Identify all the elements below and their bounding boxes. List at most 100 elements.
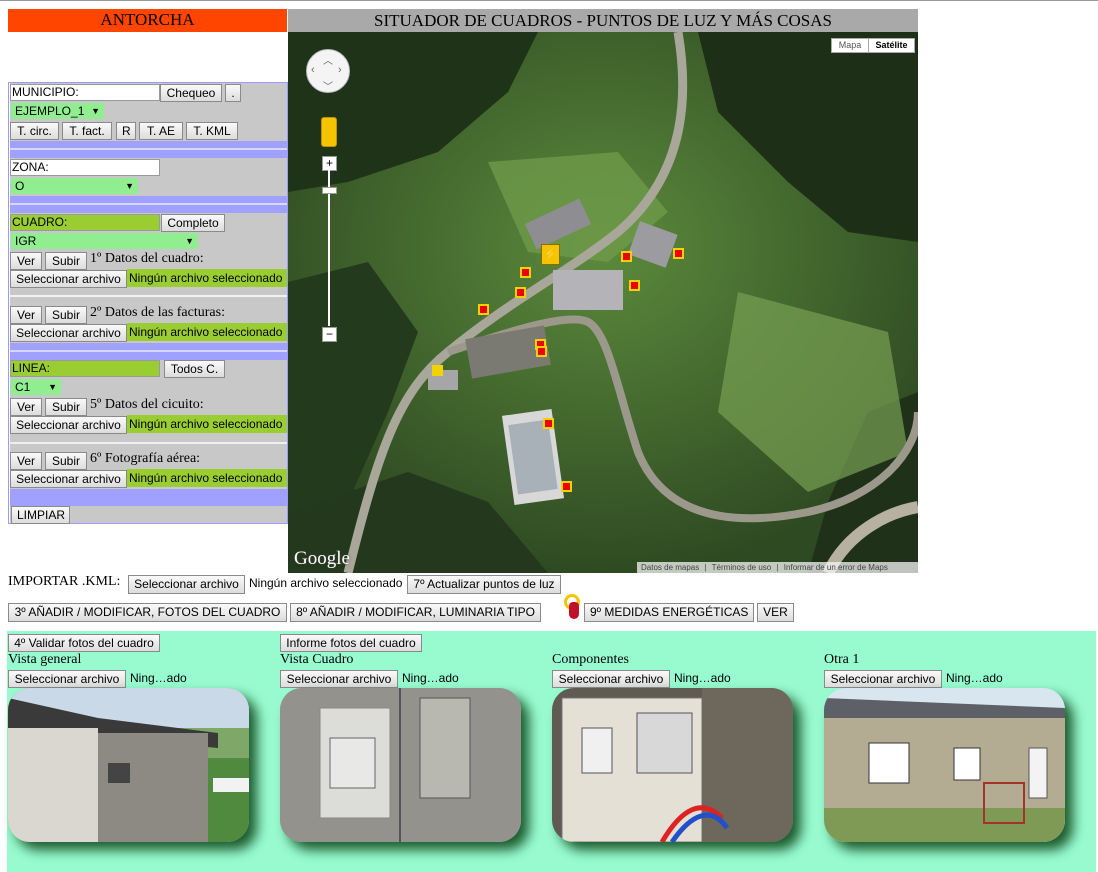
pointer-hand-icon — [564, 594, 582, 620]
photo-title: Componentes — [552, 652, 629, 667]
light-point-marker[interactable] — [515, 287, 526, 298]
file-select-button[interactable]: Seleccionar archivo — [10, 470, 127, 488]
arrow-down-icon[interactable]: ﹀ — [323, 78, 333, 93]
photo-image — [280, 688, 521, 842]
zoom-handle[interactable] — [322, 187, 337, 194]
file-select-button[interactable]: Seleccionar archivo — [10, 270, 127, 288]
map-type-mapa[interactable]: Mapa — [831, 38, 869, 53]
photo-file-select-button[interactable]: Seleccionar archivo — [824, 670, 942, 688]
warning-marker-icon[interactable]: ⚡ — [541, 244, 560, 265]
municipio-field[interactable]: MUNICIPIO: — [10, 84, 160, 101]
light-point-marker[interactable] — [536, 346, 547, 357]
photo-componentes[interactable] — [552, 688, 793, 842]
pan-control[interactable]: ︿ ﹀ ‹ › — [306, 49, 350, 93]
t-fact-button[interactable]: T. fact. — [62, 122, 112, 140]
photo-file-select-button[interactable]: Seleccionar archivo — [8, 670, 126, 688]
photo-image — [552, 688, 793, 842]
light-point-marker[interactable] — [432, 365, 443, 376]
r-button[interactable]: R — [116, 122, 136, 140]
subir-button[interactable]: Subir — [45, 252, 87, 270]
zona-select-value: O — [15, 179, 25, 193]
t-circ-button[interactable]: T. circ. — [10, 122, 59, 140]
import-file-select-button[interactable]: Seleccionar archivo — [128, 575, 245, 594]
completo-button[interactable]: Completo — [161, 214, 225, 232]
light-point-marker[interactable] — [561, 481, 572, 492]
light-point-marker[interactable] — [478, 304, 489, 315]
cuadro-field[interactable]: CUADRO: — [10, 214, 160, 231]
ver-button[interactable]: Ver — [10, 306, 42, 324]
map-imagery — [288, 32, 918, 573]
informe-fotos-button[interactable]: Informe fotos del cuadro — [280, 634, 422, 652]
divider-light — [10, 148, 287, 150]
chevron-down-icon: ▼ — [185, 236, 194, 246]
divider — [10, 489, 287, 506]
zoom-out-button[interactable]: − — [322, 327, 337, 342]
datos-cuadro-label: 1º Datos del cuadro: — [90, 251, 204, 266]
import-no-file-status: Ningún archivo seleccionado — [249, 576, 403, 590]
ver-medidas-button[interactable]: VER — [757, 603, 794, 622]
photo-image — [824, 688, 1065, 842]
photo-image — [8, 688, 249, 842]
zona-field[interactable]: ZONA: — [10, 159, 160, 176]
t-ae-button[interactable]: T. AE — [139, 122, 183, 140]
linea-select[interactable]: C1 ▼ — [11, 379, 61, 395]
arrow-left-icon[interactable]: ‹ — [311, 64, 315, 76]
zona-select[interactable]: O ▼ — [11, 178, 138, 194]
dot-button[interactable]: . — [225, 84, 241, 102]
photo-vista-cuadro[interactable] — [280, 688, 521, 842]
file-select-button[interactable]: Seleccionar archivo — [10, 324, 127, 342]
file-select-button[interactable]: Seleccionar archivo — [10, 416, 127, 434]
light-point-marker[interactable] — [520, 267, 531, 278]
divider — [10, 435, 287, 442]
limpiar-button[interactable]: LIMPIAR — [11, 506, 70, 524]
validar-fotos-button[interactable]: 4º Validar fotos del cuadro — [8, 634, 160, 652]
ver-button[interactable]: Ver — [10, 452, 42, 470]
light-point-marker[interactable] — [621, 251, 632, 262]
pointer-hand — [569, 602, 579, 619]
photo-title: Vista Cuadro — [280, 652, 354, 667]
photo-no-file-status: Ning…ado — [130, 671, 187, 685]
subir-button[interactable]: Subir — [45, 306, 87, 324]
terms-link[interactable]: Términos de uso — [712, 563, 772, 572]
photo-no-file-status: Ning…ado — [674, 671, 731, 685]
photo-otra-1[interactable] — [824, 688, 1065, 842]
municipio-select[interactable]: EJEMPLO_1 ▼ — [11, 103, 104, 119]
medidas-energeticas-button[interactable]: 9º MEDIDAS ENERGÉTICAS — [584, 603, 754, 622]
photo-vista-general[interactable] — [8, 688, 249, 842]
subir-button[interactable]: Subir — [45, 398, 87, 416]
cuadro-select-value: IGR — [15, 234, 37, 248]
chequeo-button[interactable]: Chequeo — [160, 84, 222, 102]
actualizar-puntos-button[interactable]: 7º Actualizar puntos de luz — [407, 575, 561, 594]
photo-file-select-button[interactable]: Seleccionar archivo — [280, 670, 398, 688]
linea-field[interactable]: LINEA: — [10, 360, 160, 377]
light-point-marker[interactable] — [543, 418, 554, 429]
subir-button[interactable]: Subir — [45, 452, 87, 470]
map-separator: | — [776, 563, 779, 572]
light-point-marker[interactable] — [673, 248, 684, 259]
fotos-cuadro-button[interactable]: 3º AÑADIR / MODIFICAR, FOTOS DEL CUADRO — [8, 603, 287, 622]
photo-no-file-status: Ning…ado — [946, 671, 1003, 685]
no-file-status: Ningún archivo seleccionado — [127, 469, 287, 487]
todos-button[interactable]: Todos C. — [164, 360, 225, 378]
light-point-marker[interactable] — [629, 280, 640, 291]
map-type-satelite[interactable]: Satélite — [868, 38, 915, 53]
map-footer: Datos de mapas | Términos de uso | Infor… — [637, 562, 918, 573]
report-error-link[interactable]: Informar de un error de Maps — [784, 563, 888, 572]
datos-circuito-label: 5º Datos del cicuito: — [90, 397, 204, 412]
datos-facturas-label: 2º Datos de las facturas: — [90, 305, 225, 320]
arrow-up-icon[interactable]: ︿ — [323, 52, 333, 67]
t-kml-button[interactable]: T. KML — [186, 122, 238, 140]
photo-title: Otra 1 — [824, 652, 860, 667]
satellite-map[interactable]: Mapa Satélite ︿ ﹀ ‹ › + − ⚡ Google Datos… — [288, 32, 918, 573]
zoom-in-button[interactable]: + — [322, 156, 337, 171]
cuadro-select[interactable]: IGR ▼ — [11, 233, 198, 249]
arrow-right-icon[interactable]: › — [338, 64, 342, 76]
photo-file-select-button[interactable]: Seleccionar archivo — [552, 670, 670, 688]
ver-button[interactable]: Ver — [10, 252, 42, 270]
map-data-link[interactable]: Datos de mapas — [641, 563, 699, 572]
luminaria-button[interactable]: 8º AÑADIR / MODIFICAR, LUMINARIA TIPO — [290, 603, 541, 622]
ver-button[interactable]: Ver — [10, 398, 42, 416]
pegman-icon[interactable] — [321, 117, 337, 147]
photo-no-file-status: Ning…ado — [402, 671, 459, 685]
no-file-status: Ningún archivo seleccionado — [127, 415, 287, 433]
